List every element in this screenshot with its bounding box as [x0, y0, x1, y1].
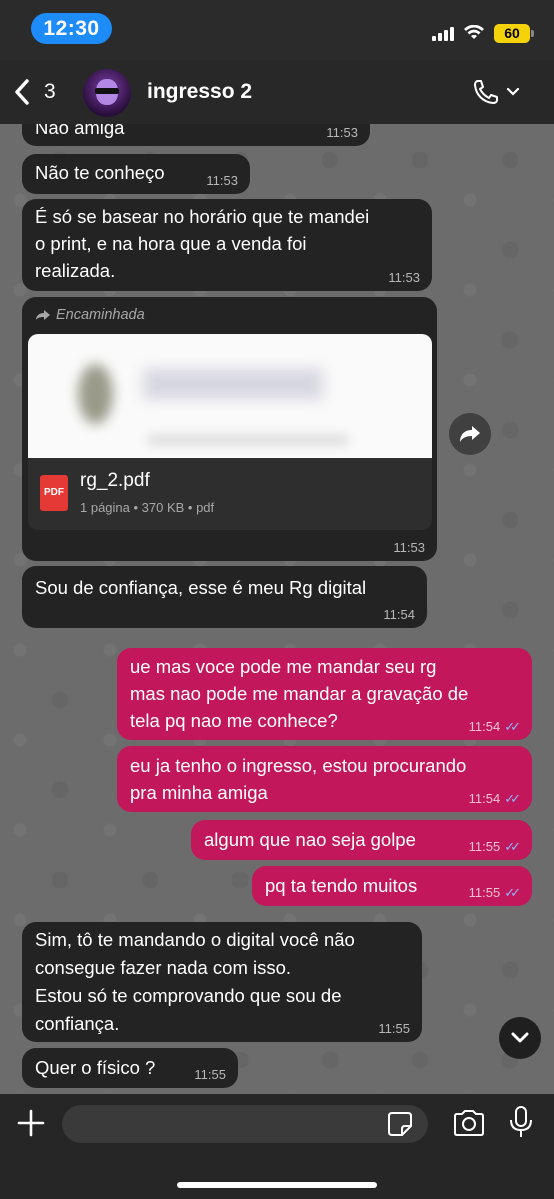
message-incoming[interactable]: É só se basear no horário que te mandei … [22, 199, 432, 291]
forward-share-button[interactable] [449, 413, 491, 455]
pdf-icon: PDF [40, 475, 68, 511]
message-line: o print, e na hora que a venda foi [35, 233, 307, 254]
message-input[interactable] [62, 1105, 428, 1143]
document-meta: 1 página • 370 KB • pdf [80, 500, 215, 515]
contact-avatar-overlay [83, 69, 131, 117]
message-line: ue mas voce pode me mandar seu rg [130, 656, 437, 677]
message-status: 11:55 ✓✓ [468, 839, 521, 854]
message-line: É só se basear no horário que te mandei [35, 206, 370, 227]
forwarded-text: Encaminhada [56, 307, 145, 323]
read-ticks-icon: ✓✓ [504, 791, 521, 806]
phone-icon [474, 80, 498, 104]
message-outgoing[interactable]: algum que nao seja golpe 11:55 ✓✓ [191, 820, 532, 860]
message-status: 11:55 ✓✓ [468, 885, 521, 900]
contact-name-overlay: ingresso 2 [147, 80, 253, 103]
chat-header-overlay: 3 ingresso 2 [0, 60, 554, 124]
message-line: confiança. [35, 1013, 120, 1034]
message-time: 11:55 [468, 885, 501, 900]
message-line: Sim, tô te mandando o digital você não [35, 929, 355, 950]
message-composer [0, 1094, 554, 1199]
share-arrow-icon [460, 426, 480, 442]
message-outgoing[interactable]: eu ja tenho o ingresso, estou procurando… [117, 746, 532, 812]
message-outgoing[interactable]: ue mas voce pode me mandar seu rg mas na… [117, 648, 532, 740]
message-incoming[interactable]: Sim, tô te mandando o digital você não c… [22, 922, 422, 1042]
message-line: tela pq nao me conhece? [130, 710, 338, 731]
back-button-overlay: 3 [14, 76, 56, 108]
call-button-overlay [472, 78, 520, 106]
document-name: rg_2.pdf [80, 470, 150, 491]
wifi-icon [464, 25, 484, 39]
read-ticks-icon: ✓✓ [504, 719, 521, 734]
message-incoming[interactable]: Sou de confiança, esse é meu Rg digital … [22, 566, 427, 628]
message-time: 11:55 [378, 1021, 410, 1036]
sticker-button[interactable] [387, 1111, 413, 1142]
chevron-down-icon [506, 87, 520, 96]
chevron-down-icon [511, 1032, 529, 1043]
message-line: pra minha amiga [130, 782, 268, 803]
message-time: 11:54 [383, 607, 415, 622]
home-indicator [177, 1182, 377, 1188]
message-text: Quer o físico ? [35, 1057, 156, 1078]
attach-button[interactable] [16, 1108, 46, 1143]
status-bar: 12:30 60 [0, 0, 554, 60]
status-icons: 60 [432, 22, 534, 44]
message-line: Estou só te comprovando que sou de [35, 985, 342, 1006]
read-ticks-icon: ✓✓ [504, 885, 521, 900]
message-time: 11:54 [468, 719, 501, 734]
forwarded-label: Encaminhada [35, 307, 145, 323]
read-ticks-icon: ✓✓ [504, 839, 521, 854]
camera-icon [454, 1110, 484, 1136]
message-status: 11:54 ✓✓ [468, 719, 521, 734]
message-time: 11:55 [468, 839, 501, 854]
battery-indicator: 60 [494, 23, 534, 43]
message-text: pq ta tendo muitos [265, 875, 418, 896]
scroll-to-bottom-button[interactable] [499, 1017, 541, 1059]
message-status: 11:54 ✓✓ [468, 791, 521, 806]
message-time: 11:53 [206, 173, 238, 188]
microphone-icon [510, 1106, 532, 1137]
message-line: consegue fazer nada com isso. [35, 957, 292, 978]
message-time: 11:53 [388, 270, 420, 285]
message-time: 11:54 [468, 791, 501, 806]
message-line: realizada. [35, 260, 116, 281]
message-text: Sou de confiança, esse é meu Rg digital [35, 577, 367, 598]
message-time: 11:53 [326, 125, 358, 140]
chevron-left-icon [15, 79, 29, 105]
plus-icon [17, 1109, 45, 1137]
message-incoming[interactable]: Não te conheço 11:53 [22, 154, 250, 194]
camera-button[interactable] [452, 1109, 486, 1142]
message-incoming[interactable]: Quer o físico ? 11:55 [22, 1048, 238, 1088]
cellular-signal-icon [432, 25, 454, 41]
message-text: Não te conheço [35, 162, 165, 183]
message-time: 11:53 [393, 540, 425, 555]
unread-count-overlay: 3 [44, 80, 56, 103]
message-text: algum que nao seja golpe [204, 829, 416, 850]
document-preview[interactable] [28, 334, 432, 458]
message-time: 11:55 [194, 1067, 226, 1082]
sticker-icon [388, 1112, 412, 1136]
forward-arrow-icon [36, 310, 50, 320]
status-time: 12:30 [31, 13, 112, 44]
message-outgoing[interactable]: pq ta tendo muitos 11:55 ✓✓ [252, 866, 532, 906]
message-line: eu ja tenho o ingresso, estou procurando [130, 755, 467, 776]
message-line: mas nao pode me mandar a gravação de [130, 683, 469, 704]
voice-message-button[interactable] [508, 1105, 534, 1144]
document-info[interactable]: PDF rg_2.pdf 1 página • 370 KB • pdf [28, 458, 432, 530]
